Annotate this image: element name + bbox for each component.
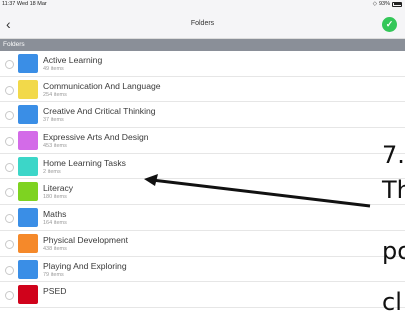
overlay-text-line: po <box>382 237 405 265</box>
folder-count: 453 items <box>43 143 67 150</box>
folder-color-swatch <box>18 285 38 305</box>
folder-color-swatch <box>18 182 38 202</box>
folder-name: Maths <box>43 209 67 220</box>
folder-count: 2 items <box>43 168 61 175</box>
folder-name: Active Learning <box>43 55 103 65</box>
folder-color-swatch <box>18 156 38 176</box>
folder-count: 79 items <box>43 271 64 278</box>
folder-name: Creative And Critical Thinking <box>43 106 156 117</box>
status-right: ◇ 93% <box>373 1 402 7</box>
folder-row[interactable]: PSED <box>0 282 405 308</box>
battery-percent: 93% <box>378 1 390 7</box>
select-circle[interactable] <box>5 291 14 301</box>
folder-color-swatch <box>18 79 38 99</box>
folder-count: 37 items <box>43 117 64 124</box>
folder-color-swatch <box>18 105 38 125</box>
section-header: Folders <box>0 39 405 51</box>
folder-name: Home Learning Tasks <box>43 157 126 168</box>
select-circle[interactable] <box>5 162 14 172</box>
status-bar: 11:37 Wed 18 Mar ◇ 93% <box>0 0 405 11</box>
folder-color-swatch <box>18 208 38 228</box>
overlay-text-line: Th <box>382 176 405 204</box>
folder-color-swatch <box>18 131 38 151</box>
folder-row[interactable]: Expressive Arts And Design 453 items <box>0 128 405 154</box>
folder-count: 180 items <box>43 194 67 201</box>
battery-icon <box>392 1 402 7</box>
select-circle[interactable] <box>5 85 14 95</box>
folder-name: PSED <box>43 286 67 297</box>
folder-row[interactable]: Active Learning 49 items <box>0 51 405 77</box>
folder-name: Playing And Exploring <box>43 260 127 271</box>
folder-row[interactable]: Communication And Language 254 items <box>0 77 405 103</box>
select-circle[interactable] <box>5 111 14 121</box>
folder-row[interactable]: Physical Development 438 items <box>0 231 405 257</box>
select-circle[interactable] <box>5 265 14 275</box>
folder-name: Physical Development <box>43 234 129 245</box>
folder-row[interactable]: Playing And Exploring 79 items <box>0 257 405 283</box>
folder-color-swatch <box>18 259 38 279</box>
folder-color-swatch <box>18 233 38 253</box>
overlay-text-line: 7. <box>382 141 405 169</box>
folder-count: 49 items <box>43 66 64 72</box>
folder-count: 438 items <box>43 245 67 252</box>
folder-name: Communication And Language <box>43 80 161 91</box>
folder-count: 254 items <box>43 91 67 98</box>
arrow-shaft <box>151 178 371 208</box>
folder-count: 164 items <box>43 220 67 227</box>
select-circle[interactable] <box>5 188 14 198</box>
select-circle[interactable] <box>5 239 14 249</box>
nav-bar: ‹ Folders ✓ <box>0 11 405 39</box>
overlay-text-line: cl <box>382 288 402 311</box>
select-circle[interactable] <box>5 60 14 69</box>
status-time: 11:37 Wed 18 Mar <box>2 1 47 7</box>
confirm-check-icon[interactable]: ✓ <box>382 17 397 32</box>
annotation-arrow <box>144 174 371 208</box>
folder-color-swatch <box>18 54 38 73</box>
nav-title: Folders <box>190 20 215 27</box>
folder-row[interactable]: Creative And Critical Thinking 37 items <box>0 102 405 129</box>
folder-name: Literacy <box>43 183 74 194</box>
wifi-icon: ◇ <box>372 1 377 7</box>
arrow-head <box>144 174 158 186</box>
select-circle[interactable] <box>5 137 14 147</box>
folder-name: Expressive Arts And Design <box>43 132 149 143</box>
select-circle[interactable] <box>5 214 14 224</box>
